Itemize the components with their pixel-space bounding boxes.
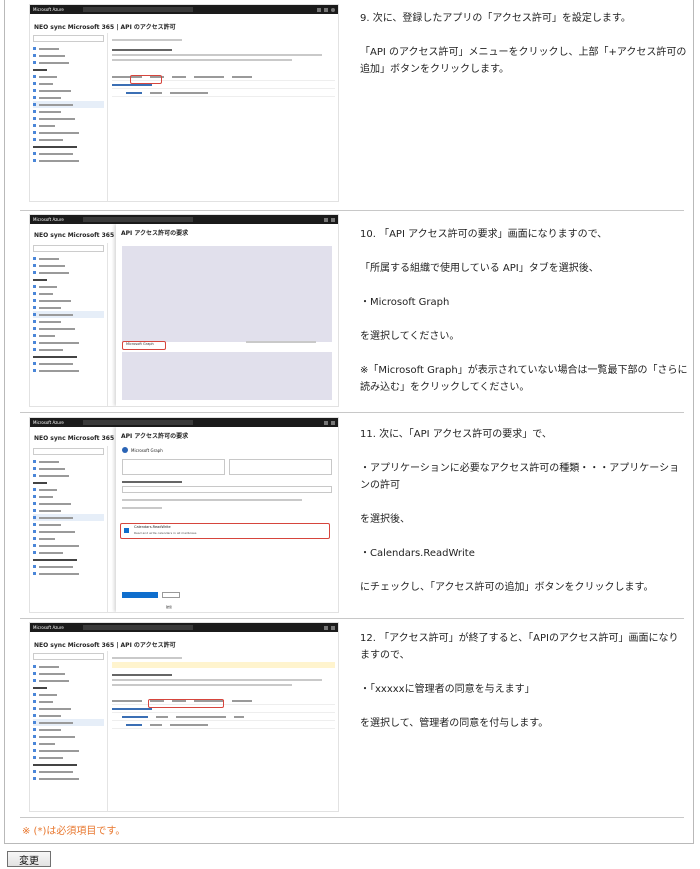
azure-search-box (83, 7, 193, 12)
avatar-icon (331, 7, 335, 12)
bell-icon (324, 217, 328, 222)
sidebar-item-api-permissions (33, 101, 104, 108)
add-permission-highlight (130, 75, 162, 84)
screenshot-step-9: Microsoft Azure NEO sync Microsoft 365 |… (29, 4, 339, 202)
instruction-step-10: 10. 「API アクセス許可の要求」画面になりますので、 「所属する組織で使用… (360, 229, 688, 393)
azure-main (112, 33, 335, 201)
gear-icon (331, 217, 335, 222)
perm-desc: Read and write calendars in all mailboxe… (134, 531, 197, 535)
gear-icon (331, 625, 335, 630)
instruction-step-11: 11. 次に、「API アクセス許可の要求」で、 ・アプリケーションに必要なアク… (360, 429, 680, 593)
bell-icon (324, 420, 328, 425)
required-field-note: ※ (*)は必須項目です。 (22, 826, 126, 837)
azure-topbar: Microsoft Azure (30, 5, 338, 14)
breadcrumb (30, 14, 338, 21)
add-permission-button: アクセス許可の追加 (122, 592, 158, 608)
panel-title: API アクセス許可の要求 (121, 230, 189, 237)
discard-button: 破棄 (162, 592, 180, 609)
request-permissions-panel: API アクセス許可の要求 Microsoft Graph (116, 224, 338, 406)
change-button[interactable]: 変更 (7, 851, 51, 867)
screenshot-step-10: Microsoft Azure NEO sync Microsoft 365 |… (29, 214, 339, 407)
app-title: NEO sync Microsoft 365 | API のアクセス許可 (34, 24, 176, 31)
screenshot-step-12: Microsoft Azure NEO sync Microsoft 365 |… (29, 622, 339, 812)
bell-icon (317, 7, 321, 12)
azure-main (112, 651, 335, 811)
azure-brand: Microsoft Azure (33, 7, 64, 12)
grant-admin-consent-highlight (148, 699, 224, 708)
instruction-step-9: 9. 次に、登録したアプリの「アクセス許可」を設定します。 「API のアクセス… (360, 13, 687, 75)
azure-sidebar (30, 33, 108, 201)
request-permissions-panel: API アクセス許可の要求 Microsoft Graph Calendars.… (116, 427, 338, 612)
graph-icon (122, 447, 128, 453)
microsoft-graph-label: Microsoft Graph (126, 342, 154, 346)
bell-icon (324, 625, 328, 630)
perm-name: Calendars.ReadWrite (134, 525, 171, 529)
checkbox-checked (124, 528, 129, 533)
warning-banner (112, 662, 335, 668)
instruction-step-12: 12. 「アクセス許可」が終了すると、「APIのアクセス許可」画面になりますので… (360, 633, 679, 729)
gear-icon (331, 420, 335, 425)
screenshot-step-11: Microsoft Azure NEO sync Microsoft 365 A… (29, 417, 339, 613)
app-title: NEO sync Microsoft 365 | API のアクセス許可 (34, 642, 176, 649)
gear-icon (324, 7, 328, 12)
